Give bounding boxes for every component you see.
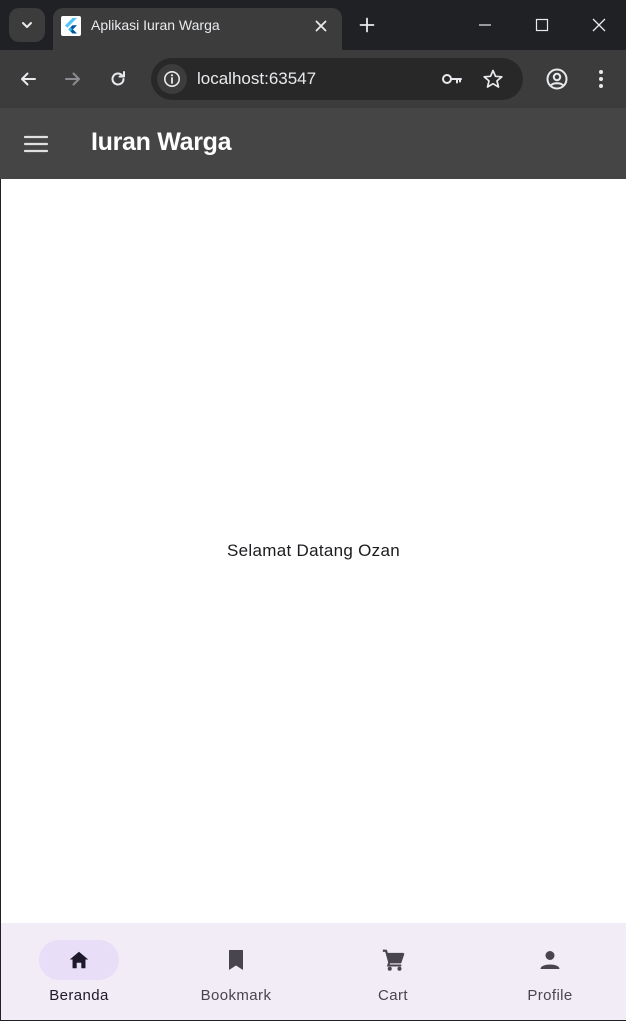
reload-button[interactable]: [103, 64, 133, 94]
key-icon: [442, 74, 462, 84]
profile-button[interactable]: [542, 64, 572, 94]
star-icon: [483, 69, 503, 88]
browser-tab[interactable]: Aplikasi Iuran Warga: [53, 8, 342, 50]
new-tab-button[interactable]: [354, 12, 380, 38]
tab-strip: Aplikasi Iuran Warga: [0, 0, 626, 50]
bookmark-star-button[interactable]: [481, 67, 505, 91]
arrow-right-icon: [65, 72, 80, 86]
page-title: Iuran Warga: [91, 128, 232, 156]
browser-toolbar: localhost:63547: [0, 50, 626, 108]
password-manager-button[interactable]: [440, 67, 464, 91]
nav-item-profile[interactable]: Profile: [472, 923, 626, 1020]
arrow-left-icon: [21, 72, 36, 86]
window-close-button[interactable]: [584, 10, 614, 40]
cart-icon: [381, 948, 405, 972]
browser-window: Aplikasi Iuran Warga localhost:63547 Iur…: [0, 0, 626, 1021]
main-content: Selamat Datang Ozan: [1, 179, 626, 923]
tab-list-button[interactable]: [9, 8, 45, 42]
more-vert-icon: [599, 70, 603, 88]
site-info-button[interactable]: [157, 64, 187, 94]
url-text[interactable]: localhost:63547: [197, 69, 316, 89]
back-button[interactable]: [13, 64, 43, 94]
nav-item-beranda[interactable]: Beranda: [1, 923, 157, 1020]
browser-menu-button[interactable]: [588, 64, 614, 94]
maximize-icon: [535, 18, 549, 32]
reload-icon: [111, 71, 125, 86]
drawer-menu-button[interactable]: [20, 130, 52, 158]
person-icon: [538, 948, 562, 972]
address-bar[interactable]: localhost:63547: [151, 58, 523, 100]
plus-icon: [359, 17, 375, 33]
tab-title: Aplikasi Iuran Warga: [91, 17, 220, 33]
nav-item-cart[interactable]: Cart: [315, 923, 471, 1020]
maximize-button[interactable]: [527, 10, 557, 40]
minimize-icon: [479, 24, 491, 26]
account-circle-icon: [546, 68, 568, 90]
nav-label: Cart: [378, 987, 408, 1004]
home-icon: [67, 948, 91, 972]
flutter-logo-icon: [61, 16, 81, 36]
bottom-navigation: Beranda Bookmark Cart Profile: [1, 923, 626, 1020]
nav-label: Bookmark: [200, 987, 272, 1004]
forward-button[interactable]: [58, 64, 88, 94]
close-icon: [592, 18, 606, 32]
nav-item-bookmark[interactable]: Bookmark: [158, 923, 314, 1020]
nav-label: Beranda: [49, 987, 109, 1004]
tab-close-button[interactable]: [309, 14, 333, 38]
minimize-button[interactable]: [470, 10, 500, 40]
menu-icon: [23, 135, 49, 153]
nav-label: Profile: [527, 987, 573, 1004]
close-icon: [315, 20, 327, 32]
welcome-text: Selamat Datang Ozan: [227, 541, 400, 560]
bookmark-icon: [224, 948, 248, 972]
info-icon: [164, 71, 180, 87]
app-bar: Iuran Warga: [0, 108, 626, 179]
chevron-down-icon: [22, 22, 32, 28]
